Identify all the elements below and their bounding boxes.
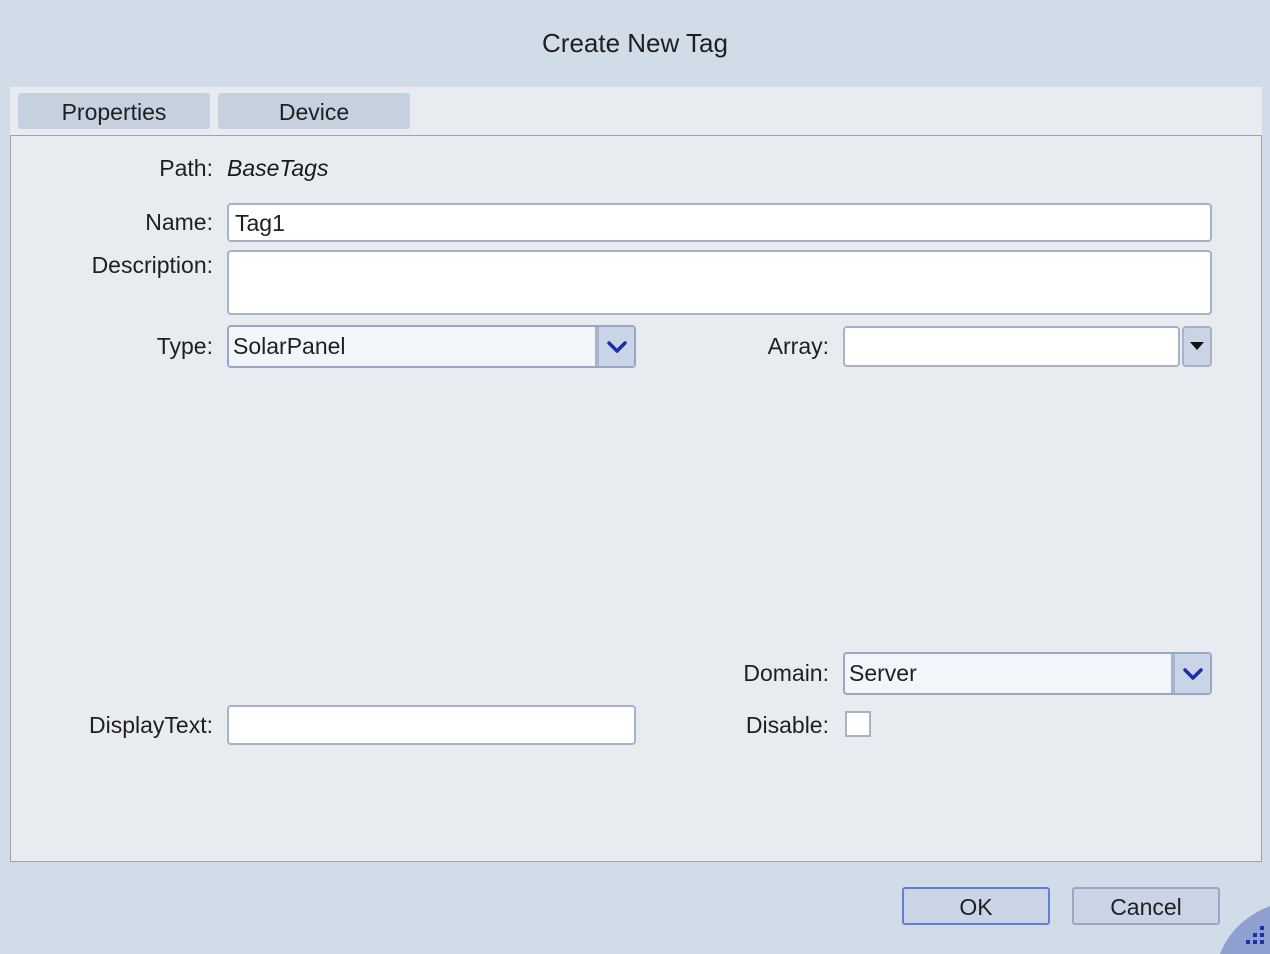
domain-dropdown[interactable]: Server (843, 652, 1212, 695)
disable-label: Disable: (745, 712, 829, 738)
cancel-button[interactable]: Cancel (1072, 887, 1220, 925)
path-label: Path: (159, 155, 213, 181)
array-field[interactable] (843, 326, 1180, 367)
tab-properties[interactable]: Properties (18, 93, 210, 129)
chevron-down-icon (1182, 667, 1203, 680)
type-label: Type: (156, 333, 213, 359)
domain-dropdown-button[interactable] (1175, 654, 1210, 693)
domain-value: Server (849, 660, 917, 686)
resize-grip-icon[interactable] (1220, 896, 1270, 954)
path-value: BaseTags (227, 155, 329, 181)
dialog-title: Create New Tag (542, 28, 728, 58)
caret-down-icon (1190, 342, 1204, 350)
type-dropdown[interactable]: SolarPanel (227, 325, 636, 368)
name-label: Name: (145, 209, 213, 235)
description-field[interactable] (227, 250, 1212, 315)
ok-button[interactable]: OK (902, 887, 1050, 925)
tab-strip: Properties Device (10, 87, 1262, 135)
displaytext-label: DisplayText: (89, 712, 213, 738)
array-dropdown-button[interactable] (1182, 326, 1212, 367)
disable-checkbox[interactable] (845, 711, 871, 737)
properties-panel: Path: BaseTags Name: Tag1 Description: T… (10, 135, 1262, 862)
type-value: SolarPanel (233, 333, 346, 359)
create-tag-dialog: Create New Tag Properties Device Path: B… (0, 0, 1270, 954)
name-field[interactable]: Tag1 (227, 203, 1212, 242)
tab-device[interactable]: Device (218, 93, 410, 129)
description-label: Description: (91, 252, 213, 278)
array-label: Array: (767, 333, 829, 359)
displaytext-field[interactable] (227, 705, 636, 745)
domain-label: Domain: (743, 660, 829, 686)
